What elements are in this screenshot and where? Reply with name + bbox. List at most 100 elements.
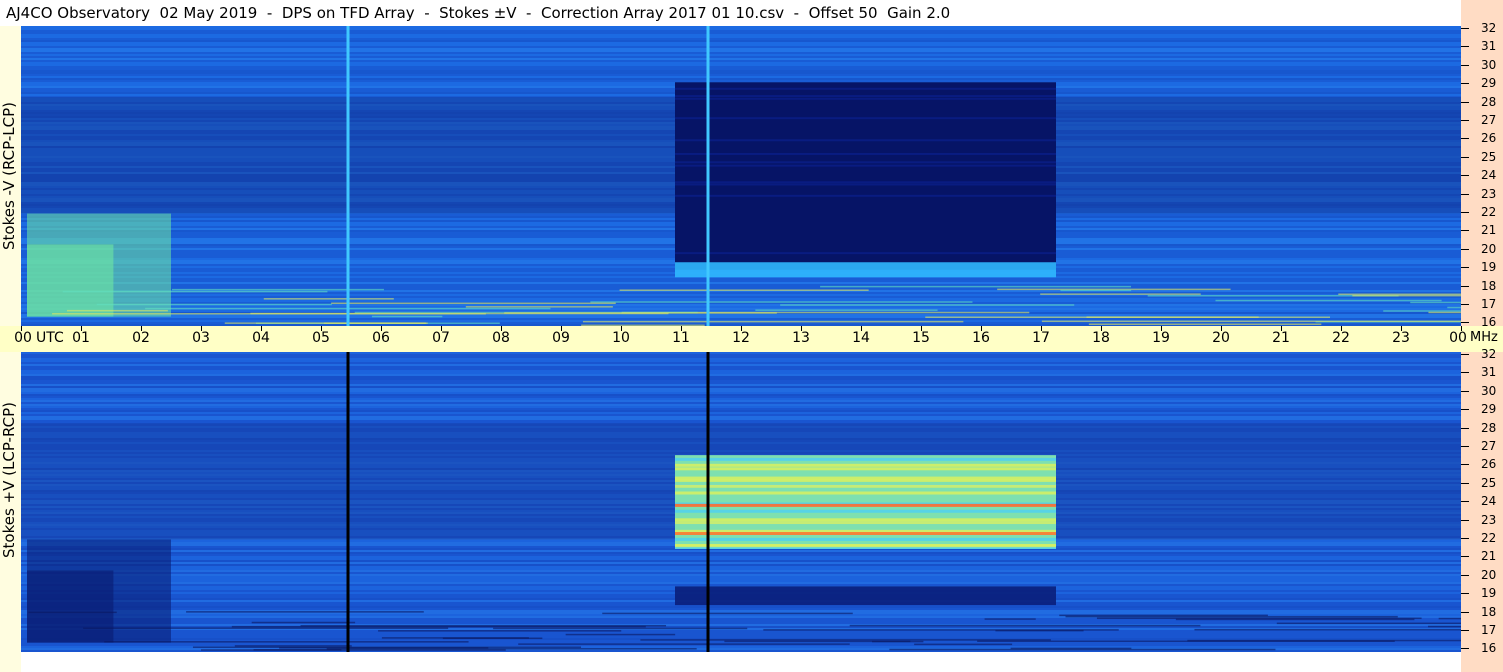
- frequency-band-row: [21, 418, 1461, 420]
- burst-stripe: [675, 476, 1056, 480]
- frequency-tick-label: 28: [1481, 420, 1497, 435]
- time-tick-label: 22: [1332, 330, 1350, 346]
- noise-streak: [619, 289, 869, 291]
- frequency-band-row: [21, 32, 1461, 34]
- frequency-band-row: [21, 574, 1461, 576]
- time-tick-mark: [21, 326, 22, 331]
- frequency-tick-mark: [1461, 501, 1469, 503]
- frequency-tick-label: 30: [1481, 57, 1497, 72]
- frequency-tick-label: 22: [1481, 531, 1497, 545]
- stokes-minus-v-spectrogram: [21, 26, 1461, 326]
- noise-streak: [755, 309, 938, 311]
- frequency-band-row: [21, 284, 1461, 286]
- frequency-tick-mark: [1461, 101, 1469, 103]
- frequency-band-row: [21, 562, 1461, 564]
- burst-region: [675, 82, 1056, 270]
- frequency-band-row: [21, 360, 1461, 362]
- frequency-tick-mark: [1461, 409, 1469, 411]
- noise-streak: [1383, 310, 1461, 312]
- noise-streak: [171, 288, 384, 291]
- frequency-band-row: [21, 392, 1461, 394]
- noise-streak: [518, 643, 850, 645]
- frequency-tick-label: 23: [1481, 186, 1497, 201]
- burst-stripe: [675, 467, 1056, 471]
- burst-stripe: [675, 194, 1056, 197]
- time-tick-mark: [441, 326, 442, 331]
- noise-streak: [849, 624, 1201, 627]
- noise-streak: [872, 640, 924, 643]
- burst-stripe: [675, 181, 1056, 184]
- time-tick-label: 00: [1449, 330, 1467, 346]
- time-tick-mark: [81, 326, 82, 331]
- frequency-band-row: [21, 400, 1461, 402]
- bottom-panel-ylabel: Stokes +V (LCP-RCP): [0, 402, 18, 558]
- frequency-band-row: [21, 78, 1461, 80]
- noise-streak: [640, 639, 1051, 641]
- noise-streak: [224, 322, 426, 324]
- frequency-band-row: [21, 62, 1461, 64]
- frequency-band-row: [21, 636, 1461, 638]
- burst-stripe: [675, 161, 1056, 164]
- burst-hot-line: [675, 532, 1056, 535]
- frequency-band-row: [21, 374, 1461, 376]
- burst-stripe: [675, 518, 1056, 522]
- frequency-band-row: [21, 416, 1461, 418]
- time-tick-label: 04: [252, 330, 270, 346]
- frequency-band-row: [21, 362, 1461, 364]
- interference-line: [346, 26, 350, 326]
- noise-streak: [590, 301, 973, 303]
- frequency-band-row: [21, 634, 1461, 636]
- time-tick-label: 05: [312, 330, 330, 346]
- top-panel-ylabel: Stokes -V (RCP-LCP): [0, 102, 18, 250]
- frequency-tick-mark: [1461, 212, 1469, 213]
- noise-streak: [565, 633, 676, 636]
- noise-streak: [234, 645, 352, 647]
- frequency-band-row: [21, 40, 1461, 42]
- frequency-band-row: [21, 394, 1461, 396]
- frequency-band-row: [21, 64, 1461, 66]
- noise-streak: [263, 298, 394, 300]
- frequency-band-row: [21, 556, 1461, 558]
- frequency-band-row: [21, 70, 1461, 72]
- noise-streak: [465, 306, 613, 308]
- time-tick-mark: [141, 326, 142, 331]
- frequency-band-row: [21, 74, 1461, 76]
- frequency-band-row: [21, 46, 1461, 48]
- burst-stripe: [675, 509, 1056, 513]
- time-tick-mark: [1281, 326, 1282, 331]
- frequency-tick-label: 21: [1481, 223, 1497, 238]
- frequency-band-row: [21, 378, 1461, 380]
- frequency-band-row: [21, 406, 1461, 408]
- early-burst-core: [27, 570, 114, 643]
- noise-streak: [104, 641, 469, 643]
- noise-streak: [251, 621, 356, 624]
- frequency-band-row: [21, 372, 1461, 374]
- frequency-band-row: [21, 44, 1461, 46]
- frequency-tick-mark: [1461, 482, 1469, 484]
- time-tick-mark: [1221, 326, 1222, 331]
- frequency-tick-label: 31: [1481, 39, 1497, 54]
- noise-streak: [66, 309, 168, 312]
- frequency-tick-mark: [1461, 556, 1469, 558]
- frequency-band-row: [21, 396, 1461, 398]
- noise-streak: [582, 320, 964, 323]
- time-tick-label: 17: [1032, 330, 1050, 346]
- noise-streak: [1215, 299, 1442, 302]
- frequency-tick-mark: [1461, 322, 1469, 324]
- noise-streak: [1060, 289, 1132, 292]
- time-tick-label: 18: [1092, 330, 1110, 346]
- noise-streak: [925, 316, 1331, 319]
- noise-streak: [28, 611, 117, 614]
- frequency-band-row: [21, 66, 1461, 68]
- time-tick-mark: [321, 326, 322, 331]
- frequency-tick-label: 22: [1481, 205, 1497, 219]
- time-tick-mark: [1161, 326, 1162, 331]
- noise-streak: [977, 640, 1395, 642]
- frequency-band-row: [21, 310, 1461, 312]
- frequency-tick-label: 17: [1481, 297, 1497, 311]
- frequency-tick-label: 27: [1481, 439, 1497, 453]
- frequency-tick-mark: [1461, 519, 1469, 521]
- frequency-tick-label: 32: [1481, 21, 1497, 35]
- frequency-tick-label: 29: [1481, 76, 1497, 91]
- frequency-band-row: [21, 570, 1461, 572]
